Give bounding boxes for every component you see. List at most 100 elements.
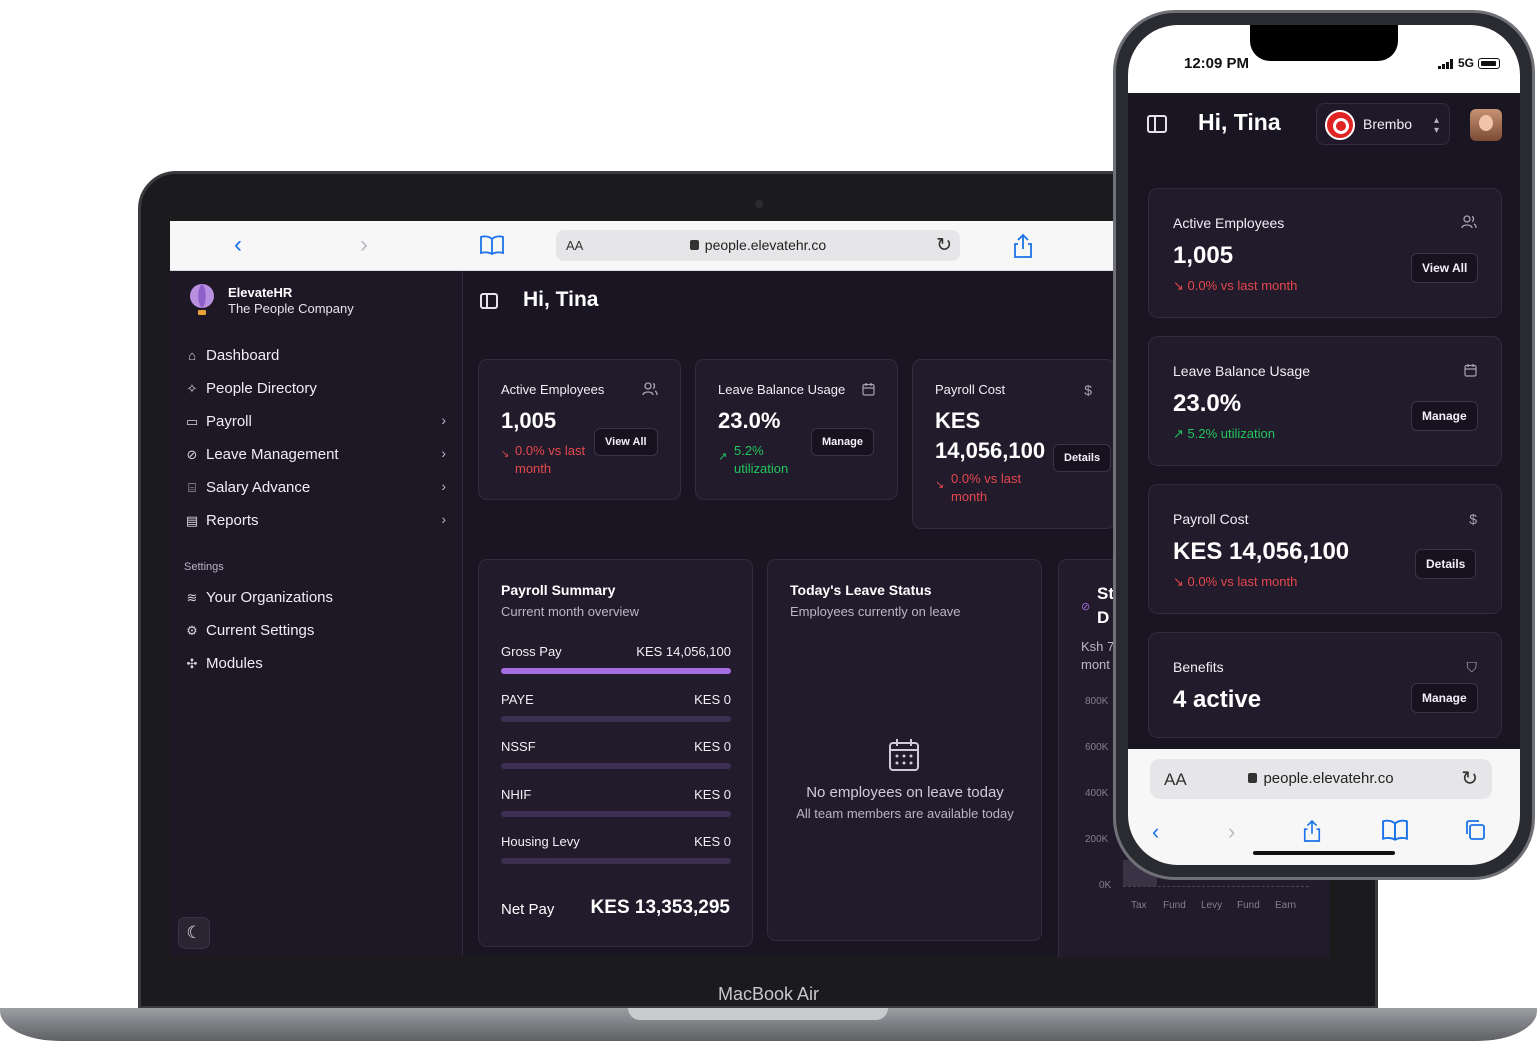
stat-trend: ↗ 5.2% utilization: [1173, 425, 1275, 443]
device-mockup: MacBook Air ‹ › AA people.elevatehr.co ↻: [0, 0, 1537, 1041]
sidebar-item-payroll[interactable]: ▭ Payroll ›: [184, 405, 450, 438]
stat-trend: ↗ 5.2% utilization: [718, 442, 808, 478]
stat-card-active-employees: Active Employees 1,005 ↘ 0.0% vs last mo…: [1148, 188, 1502, 318]
chevron-right-icon: ›: [441, 478, 446, 494]
payroll-row-amount: KES 0: [694, 739, 731, 754]
progress-track: [501, 858, 731, 864]
view-all-button[interactable]: View All: [594, 428, 658, 456]
manage-button[interactable]: Manage: [811, 428, 874, 456]
organization-switcher[interactable]: Brembo ▴ ▾: [1316, 103, 1450, 145]
phone-notch: [1250, 25, 1398, 61]
share-icon[interactable]: [1012, 233, 1034, 259]
stat-value: KES 14,056,100: [1173, 538, 1350, 565]
empty-state-subtitle: All team members are available today: [796, 806, 1014, 821]
trend-down-icon: ↘: [935, 479, 945, 491]
brand-tagline: The People Company: [228, 301, 354, 316]
brembo-logo-icon: [1325, 110, 1355, 140]
trend-down-icon: ↘: [1173, 278, 1184, 293]
bookmarks-icon[interactable]: [480, 235, 504, 255]
status-bar: 12:09 PM 5G: [1128, 25, 1520, 93]
sidebar-item-label: Reports: [206, 512, 259, 529]
forward-icon[interactable]: ›: [360, 233, 368, 257]
card-subtitle-line: mont: [1081, 657, 1110, 672]
progress-track: [501, 716, 731, 722]
sidebar-item-reports[interactable]: ▤ Reports ›: [184, 504, 450, 537]
trend-up-icon: ↗: [1173, 426, 1184, 441]
trend-down-icon: ↘: [1173, 574, 1184, 589]
stat-label: Leave Balance Usage: [1173, 363, 1310, 379]
sidebar-toggle-icon[interactable]: [480, 293, 498, 309]
y-tick-label: 200K: [1085, 834, 1109, 845]
sidebar-item-dashboard[interactable]: ⌂ Dashboard: [184, 339, 450, 372]
forward-icon[interactable]: ›: [1228, 819, 1235, 845]
mobile-browser-toolbar: AA people.elevatehr.co ↻ ‹ ›: [1128, 749, 1520, 865]
page-title: Hi, Tina: [523, 288, 599, 311]
lock-icon: [689, 240, 699, 250]
manage-button[interactable]: Manage: [1411, 401, 1478, 431]
sidebar-toggle-icon[interactable]: [1147, 115, 1167, 133]
settings-heading: Settings: [184, 561, 224, 573]
leave-status-card: Today's Leave Status Employees currently…: [767, 559, 1042, 941]
chevron-updown-icon: ▴ ▾: [1433, 115, 1439, 136]
stat-trend: ↘ 0.0% vs last month: [1173, 573, 1297, 591]
share-icon[interactable]: [1302, 819, 1322, 843]
stat-trend-text: 0.0% vs last month: [1187, 278, 1298, 293]
payroll-row-nssf: NSSF KES 0: [501, 739, 731, 769]
tabs-icon[interactable]: [1464, 819, 1486, 841]
address-bar[interactable]: AA people.elevatehr.co ↻: [1150, 759, 1492, 799]
manage-button[interactable]: Manage: [1411, 683, 1478, 713]
users-icon: [1461, 215, 1477, 229]
stat-trend: ↘ 0.0% vs last month: [501, 442, 596, 478]
payroll-row-nhif: NHIF KES 0: [501, 787, 731, 817]
address-bar[interactable]: AA people.elevatehr.co ↻: [556, 230, 960, 261]
balloon-logo-icon: [190, 284, 214, 315]
reload-icon[interactable]: ↻: [936, 234, 952, 257]
details-button[interactable]: Details: [1415, 549, 1477, 579]
payroll-row-label: Gross Pay: [501, 644, 562, 659]
sidebar-item-your-organizations[interactable]: ≋ Your Organizations: [184, 581, 450, 614]
sidebar-item-current-settings[interactable]: ⚙ Current Settings: [184, 614, 450, 647]
bank-icon: ⌸: [188, 479, 196, 495]
page-title: Hi, Tina: [1198, 109, 1281, 135]
sidebar-item-leave-management[interactable]: ⊘ Leave Management ›: [184, 438, 450, 471]
x-tick-label: Tax: [1131, 900, 1147, 911]
card-subtitle: Current month overview: [501, 604, 639, 619]
sidebar-item-salary-advance[interactable]: ⌸ Salary Advance ›: [184, 471, 450, 504]
card-subtitle: Employees currently on leave: [790, 604, 961, 619]
sidebar-item-label: Modules: [206, 655, 263, 672]
clipboard-icon: ▤: [185, 512, 199, 528]
url-text: people.elevatehr.co: [1150, 770, 1492, 787]
avatar[interactable]: [1470, 109, 1502, 141]
moon-icon[interactable]: ☾: [178, 917, 210, 949]
stat-card-leave-balance: Leave Balance Usage 23.0% ↗ 5.2% utilizat…: [695, 359, 898, 500]
battery-icon: [1478, 58, 1500, 69]
lock-icon: [1248, 773, 1258, 783]
card-icon: ▭: [185, 413, 199, 429]
back-icon[interactable]: ‹: [234, 233, 242, 257]
stat-value: 23.0%: [1173, 390, 1242, 417]
payroll-row-label: PAYE: [501, 692, 534, 707]
home-icon: ⌂: [188, 348, 196, 363]
stat-trend: ↘ 0.0% vs last month: [1173, 277, 1297, 295]
sparkles-icon: ✣: [186, 655, 198, 671]
view-all-button[interactable]: View All: [1411, 253, 1479, 283]
stat-trend-text: 0.0% vs last month: [951, 471, 1022, 504]
sidebar-item-people-directory[interactable]: ✧ People Directory: [184, 372, 450, 405]
sidebar-item-modules[interactable]: ✣ Modules: [184, 647, 450, 680]
y-tick-label: 400K: [1085, 788, 1109, 799]
back-icon[interactable]: ‹: [1152, 819, 1159, 845]
bookmarks-icon[interactable]: [1382, 819, 1408, 841]
payroll-row-label: NHIF: [501, 787, 532, 802]
card-title-line: D: [1097, 608, 1110, 627]
reload-icon[interactable]: ↻: [1461, 766, 1478, 791]
stat-value: 1,005: [1173, 242, 1234, 269]
sidebar-item-label: Your Organizations: [206, 589, 334, 606]
details-button[interactable]: Details: [1053, 444, 1112, 472]
stat-value-currency: KES: [935, 408, 981, 433]
chart-baseline: [1123, 886, 1309, 887]
stat-label: Leave Balance Usage: [718, 382, 846, 397]
calendar-icon: [889, 739, 919, 771]
dollar-icon: $: [1469, 511, 1477, 527]
stat-label: Payroll Cost: [1173, 511, 1249, 527]
progress-track: [501, 811, 731, 817]
